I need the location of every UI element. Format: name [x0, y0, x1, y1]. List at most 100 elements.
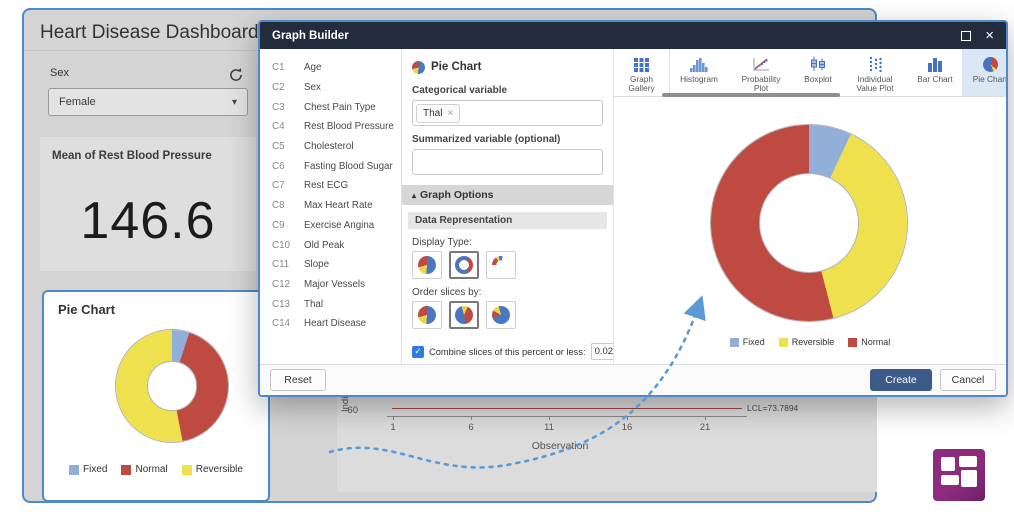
- column-row-max-heart-rate[interactable]: C8Max Heart Rate: [260, 196, 401, 216]
- gallery-item-pie-chart[interactable]: Pie Chart: [962, 49, 1006, 96]
- legend-label: Reversible: [196, 464, 243, 475]
- column-row-chest-pain-type[interactable]: C3Chest Pain Type: [260, 97, 401, 117]
- x-tick: [627, 416, 628, 420]
- refresh-icon[interactable]: [228, 67, 244, 83]
- pie-chart-gallery-icon: [983, 55, 998, 72]
- column-name: Age: [304, 62, 321, 73]
- display-type-pie-button[interactable]: [412, 251, 442, 279]
- legend-item: Fixed: [730, 337, 765, 347]
- summarized-variable-input[interactable]: [412, 149, 603, 175]
- settings-panel-title: Pie Chart: [431, 61, 482, 73]
- column-row-cholesterol[interactable]: C5Cholesterol: [260, 137, 401, 157]
- gallery-item-graph-gallery[interactable]: Graph Gallery: [614, 49, 670, 96]
- maximize-button[interactable]: [961, 31, 971, 41]
- column-row-old-peak[interactable]: C10Old Peak: [260, 235, 401, 255]
- gallery-item-label: Individual Value Plot: [848, 75, 902, 94]
- create-button[interactable]: Create: [870, 369, 932, 391]
- column-row-major-vessels[interactable]: C12Major Vessels: [260, 275, 401, 295]
- column-name: Rest Blood Pressure: [304, 121, 394, 132]
- preview-donut-chart: [711, 125, 907, 321]
- order-slices-option-3[interactable]: [486, 301, 516, 329]
- column-row-exercise-angina[interactable]: C9Exercise Angina: [260, 216, 401, 236]
- column-name: Heart Disease: [304, 318, 366, 329]
- logo-tile: [959, 456, 977, 467]
- page-title: Heart Disease Dashboard: [40, 22, 259, 44]
- column-name: Major Vessels: [304, 279, 365, 290]
- column-row-sex[interactable]: C2Sex: [260, 78, 401, 98]
- graph-options-header[interactable]: ▴Graph Options: [402, 185, 613, 205]
- column-name: Slope: [304, 259, 329, 270]
- cancel-button[interactable]: Cancel: [940, 369, 996, 391]
- gallery-item-bar-chart[interactable]: Bar Chart: [908, 49, 962, 96]
- kpi-card: Mean of Rest Blood Pressure 146.6: [40, 137, 256, 271]
- gallery-item-label: Bar Chart: [917, 75, 953, 85]
- legend-label: Normal: [861, 337, 890, 347]
- order-slices-option-2[interactable]: [449, 301, 479, 329]
- gallery-item-histogram[interactable]: Histogram: [670, 49, 728, 96]
- combine-slices-label: Combine slices of this percent or less:: [429, 347, 586, 357]
- preview-legend: Fixed Reversible Normal: [614, 337, 1006, 347]
- pie-display-icon: [418, 256, 436, 274]
- probability-plot-icon: [752, 55, 770, 72]
- control-chart-x-axis: [387, 416, 747, 417]
- column-name: Old Peak: [304, 240, 344, 251]
- reset-button[interactable]: Reset: [270, 369, 326, 391]
- order-slices-option-1[interactable]: [412, 301, 442, 329]
- column-row-rest-blood-pressure[interactable]: C4Rest Blood Pressure: [260, 117, 401, 137]
- gallery-scrollbar[interactable]: [662, 93, 840, 97]
- dashboard-grid-logo: [933, 449, 985, 501]
- legend-item: Normal: [121, 464, 167, 475]
- column-name: Cholesterol: [304, 141, 354, 152]
- column-id: C2: [272, 82, 304, 93]
- column-row-fasting-blood-sugar[interactable]: C6Fasting Blood Sugar: [260, 156, 401, 176]
- worksheet-columns-panel: C1Age C2Sex C3Chest Pain Type C4Rest Blo…: [260, 49, 402, 364]
- display-type-donut-button[interactable]: [449, 251, 479, 279]
- legend-label: Fixed: [743, 337, 765, 347]
- pie-chart-icon: [412, 61, 425, 74]
- column-id: C11: [272, 259, 304, 270]
- order-option-icon: [492, 306, 510, 324]
- column-id: C14: [272, 318, 304, 329]
- column-name: Sex: [304, 82, 321, 93]
- column-id: C8: [272, 200, 304, 211]
- logo-tile: [941, 475, 959, 485]
- categorical-variable-label: Categorical variable: [412, 85, 603, 96]
- chip-remove-icon[interactable]: ×: [447, 108, 453, 119]
- data-representation-header: Data Representation: [408, 212, 607, 229]
- x-tick: [393, 416, 394, 420]
- variable-chip-thal[interactable]: Thal ×: [416, 104, 460, 123]
- close-button[interactable]: ×: [985, 31, 994, 41]
- combine-threshold-input[interactable]: [591, 343, 614, 360]
- x-tick: [549, 416, 550, 420]
- summarized-variable-label: Summarized variable (optional): [412, 134, 603, 145]
- column-row-heart-disease[interactable]: C14Heart Disease: [260, 314, 401, 334]
- x-tick-label: 16: [617, 422, 637, 433]
- categorical-variable-input[interactable]: Thal ×: [412, 100, 603, 126]
- boxplot-icon: [810, 55, 826, 72]
- combine-slices-checkbox[interactable]: ✓: [412, 346, 424, 358]
- column-row-rest-ecg[interactable]: C7Rest ECG: [260, 176, 401, 196]
- display-type-arc-button[interactable]: [486, 251, 516, 279]
- column-row-age[interactable]: C1Age: [260, 58, 401, 78]
- pie-chart-card[interactable]: Pie Chart Fixed Normal Reversible: [42, 290, 270, 502]
- sex-filter-dropdown[interactable]: Female ▾: [48, 88, 248, 116]
- arc-display-icon: [492, 256, 510, 274]
- column-name: Fasting Blood Sugar: [304, 161, 393, 172]
- donut-display-icon: [455, 256, 473, 274]
- column-row-thal[interactable]: C13Thal: [260, 294, 401, 314]
- bar-chart-icon: [927, 55, 943, 72]
- column-id: C4: [272, 121, 304, 132]
- gallery-item-boxplot[interactable]: Boxplot: [794, 49, 842, 96]
- histogram-icon: [689, 55, 709, 72]
- dialog-footer: Reset Create Cancel: [260, 364, 1006, 395]
- gallery-item-probability-plot[interactable]: Probability Plot: [728, 49, 794, 96]
- legend-item: Fixed: [69, 464, 107, 475]
- collapse-icon: ▴: [412, 191, 416, 200]
- dialog-titlebar[interactable]: Graph Builder ×: [260, 22, 1006, 49]
- gallery-item-individual-value-plot[interactable]: Individual Value Plot: [842, 49, 908, 96]
- graph-type-gallery: Graph Gallery Histogram Probability Plot…: [614, 49, 1006, 97]
- lcl-label: LCL=73.7894: [747, 403, 798, 413]
- column-row-slope[interactable]: C11Slope: [260, 255, 401, 275]
- column-name: Exercise Angina: [304, 220, 374, 231]
- logo-tile: [961, 470, 977, 487]
